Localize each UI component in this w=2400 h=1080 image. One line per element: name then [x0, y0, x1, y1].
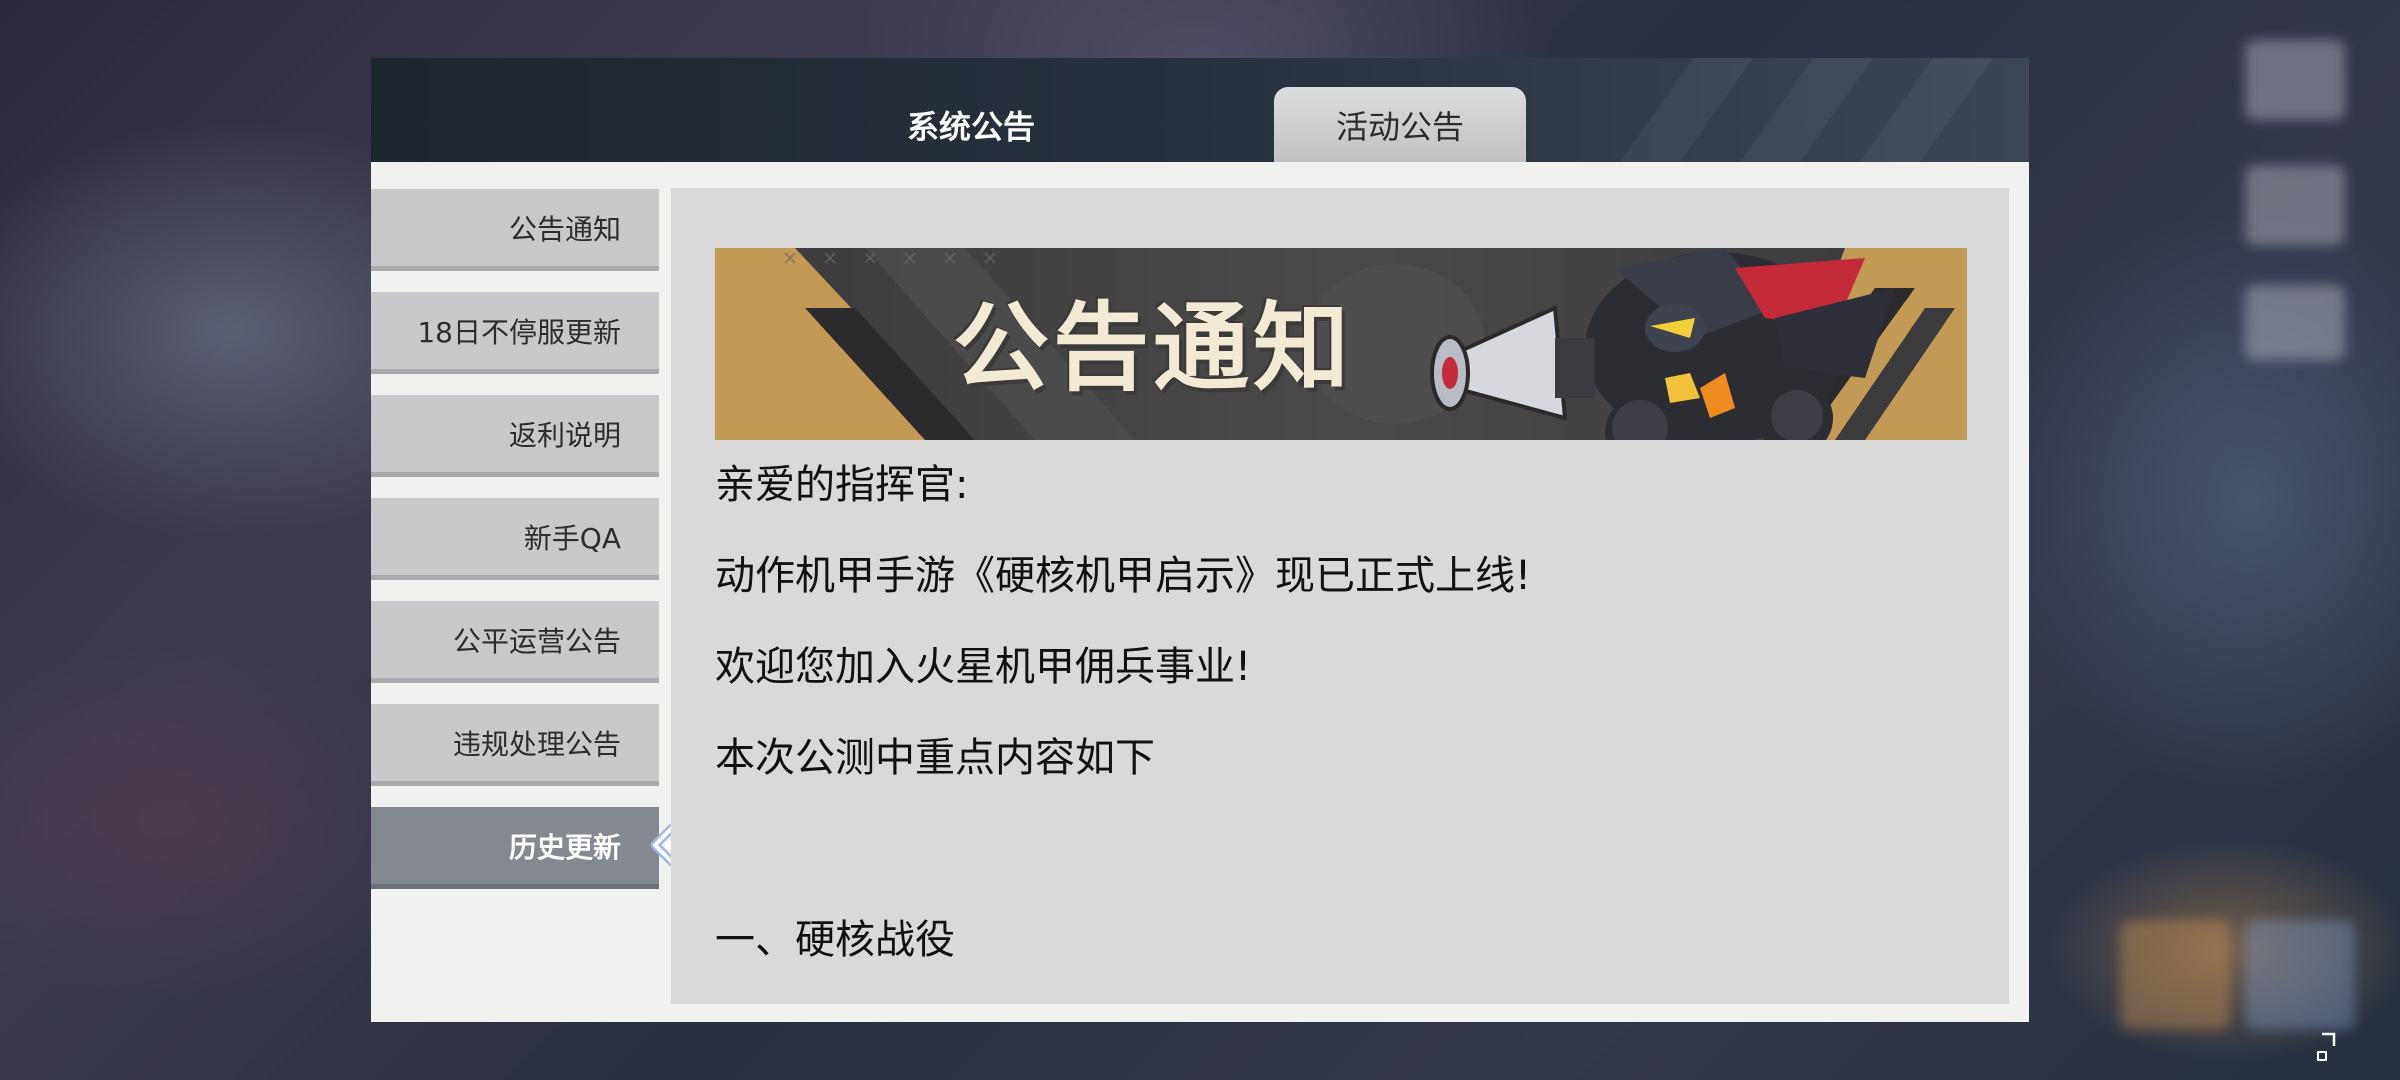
banner-title: 公告通知: [953, 292, 1353, 404]
background-blur-element: [2245, 165, 2345, 245]
sidebar-item-rebate[interactable]: 返利说明: [371, 395, 659, 477]
tab-activity-announcement[interactable]: 活动公告: [1274, 87, 1526, 162]
background-blur-element: [2245, 285, 2345, 360]
resize-icon[interactable]: [2316, 1028, 2340, 1068]
sidebar-item-update-18[interactable]: 18日不停服更新: [371, 292, 659, 374]
background-blur-element: [2245, 40, 2345, 120]
tab-system-announcement[interactable]: 系统公告: [841, 88, 1101, 162]
header-stripe: [1594, 58, 1768, 162]
announcement-banner: 公告通知: [715, 248, 1967, 440]
sidebar-item-fair-operation[interactable]: 公平运营公告: [371, 601, 659, 683]
sidebar-item-newbie-qa[interactable]: 新手QA: [371, 498, 659, 580]
section-heading: 一、硬核战役: [715, 917, 955, 963]
announcement-line: 本次公测中重点内容如下: [715, 735, 1155, 781]
announcement-content: 公告通知 亲爱的指挥官: 动作机甲手游《硬核机甲启示》现已正式上线! 欢迎您加入…: [671, 188, 2009, 1004]
greeting-line: 亲爱的指挥官:: [715, 462, 969, 508]
sidebar-item-notice[interactable]: 公告通知: [371, 189, 659, 271]
background-blur-element: [2245, 920, 2355, 1030]
sidebar-item-violation[interactable]: 违规处理公告: [371, 704, 659, 786]
panel-header: 系统公告 活动公告: [371, 58, 2029, 162]
sidebar-item-history-update[interactable]: 历史更新: [371, 807, 659, 889]
background-blur-element: [2120, 920, 2230, 1030]
announcement-line: 欢迎您加入火星机甲佣兵事业!: [715, 644, 1252, 690]
announcement-line: 动作机甲手游《硬核机甲启示》现已正式上线!: [715, 553, 1532, 599]
announcement-panel: 系统公告 活动公告 公告通知 18日不停服更新 返利说明 新手QA 公平运营公告…: [371, 58, 2029, 1022]
